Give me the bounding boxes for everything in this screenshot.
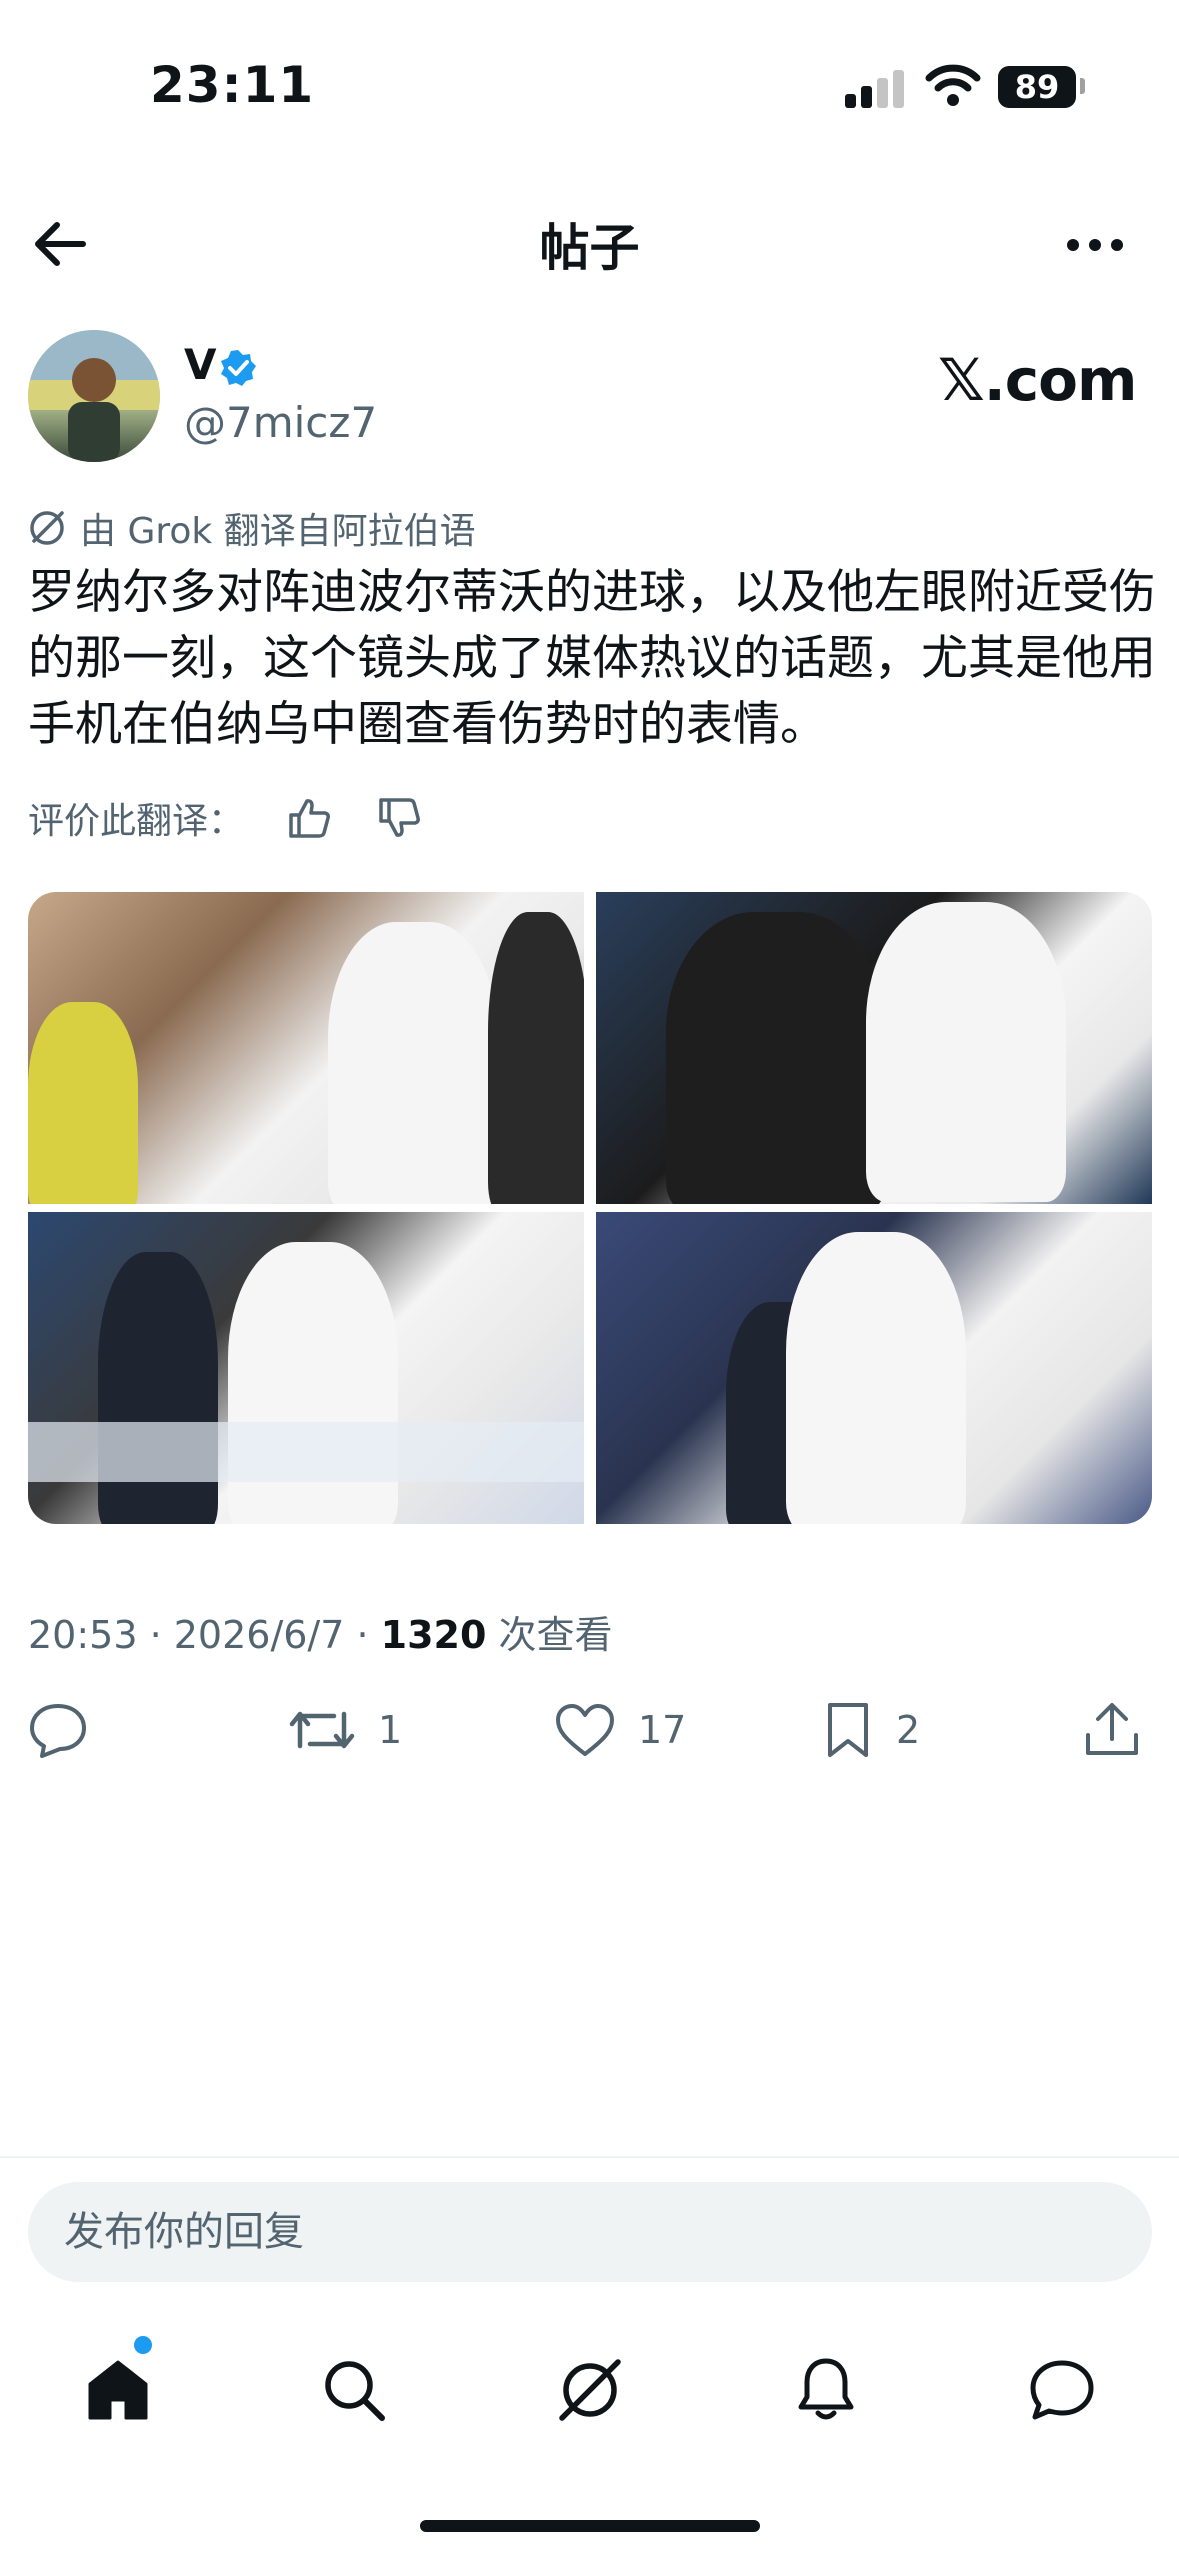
tab-home[interactable] (58, 2330, 178, 2450)
home-notification-dot (134, 2336, 152, 2354)
more-icon (1067, 239, 1123, 251)
reply-divider (0, 2156, 1179, 2158)
home-icon (88, 2360, 148, 2420)
share-button[interactable] (1084, 1690, 1162, 1770)
repost-count: 1 (378, 1708, 403, 1752)
post-photo[interactable] (596, 892, 1152, 1204)
bottom-tab-bar (0, 2330, 1179, 2450)
reply-input[interactable] (28, 2182, 1152, 2282)
home-indicator (420, 2520, 760, 2532)
post-timestamp: 20:53 · 2026/6/7 · (28, 1613, 381, 1657)
tab-grok[interactable] (530, 2330, 650, 2450)
battery-indicator: 89 (998, 66, 1076, 108)
repost-icon (289, 1711, 355, 1749)
messages-icon (1030, 2360, 1094, 2420)
translation-note: 由 Grok 翻译自阿拉伯语 (28, 502, 476, 554)
translation-note-text: 由 Grok 翻译自阿拉伯语 (80, 511, 476, 552)
post-actions: 1 17 2 (0, 1690, 1179, 1770)
notifications-icon (798, 2358, 854, 2420)
rate-translation: 评价此翻译： (28, 792, 424, 844)
thumbs-up-icon (289, 799, 330, 838)
cellular-signal-icon (845, 68, 905, 108)
battery-tip (1080, 78, 1085, 94)
thumbs-up-button[interactable] (284, 793, 334, 843)
author-handle[interactable]: @7micz7 (184, 398, 377, 447)
post-photo[interactable] (28, 1212, 584, 1524)
media-grid (28, 892, 1152, 1524)
post-metadata: 20:53 · 2026/6/7 · 1320 次查看 (28, 1604, 613, 1659)
x-com-logo: 𝕏.com (938, 346, 1137, 414)
like-icon (556, 1704, 614, 1756)
view-count-label: 次查看 (486, 1613, 613, 1657)
like-count: 17 (638, 1708, 687, 1752)
bookmark-icon (828, 1703, 868, 1757)
view-count: 1320 (380, 1613, 487, 1657)
tab-messages[interactable] (1002, 2330, 1122, 2450)
rate-label: 评价此翻译： (28, 801, 245, 842)
share-icon (1086, 1703, 1138, 1755)
post-photo[interactable] (28, 892, 584, 1204)
tab-search[interactable] (294, 2330, 414, 2450)
bookmark-count: 2 (896, 1708, 921, 1752)
repost-button[interactable]: 1 (288, 1690, 402, 1770)
author-name[interactable]: V (184, 340, 217, 389)
reply-button[interactable] (28, 1690, 110, 1770)
post-photo[interactable] (596, 1212, 1152, 1524)
more-options-button[interactable] (1060, 220, 1130, 270)
top-navigation: 帖子 (0, 190, 1179, 300)
page-title: 帖子 (539, 219, 640, 277)
bookmark-button[interactable]: 2 (822, 1690, 920, 1770)
reply-icon (30, 1704, 86, 1758)
tab-notifications[interactable] (766, 2330, 886, 2450)
post-text: 罗纳尔多对阵迪波尔蒂沃的进球，以及他左眼附近受伤的那一刻，这个镜头成了媒体热议的… (28, 565, 1156, 752)
grok-icon (30, 511, 64, 545)
search-icon (325, 2361, 385, 2421)
grok-icon (559, 2359, 621, 2421)
verified-icon (218, 348, 258, 392)
wifi-icon (925, 62, 981, 112)
status-bar: 23:11 89 (0, 0, 1179, 160)
thumbs-down-button[interactable] (374, 793, 424, 843)
thumbs-down-icon (379, 798, 420, 837)
like-button[interactable]: 17 (554, 1690, 686, 1770)
author-avatar[interactable] (28, 330, 160, 462)
status-time: 23:11 (150, 56, 315, 114)
